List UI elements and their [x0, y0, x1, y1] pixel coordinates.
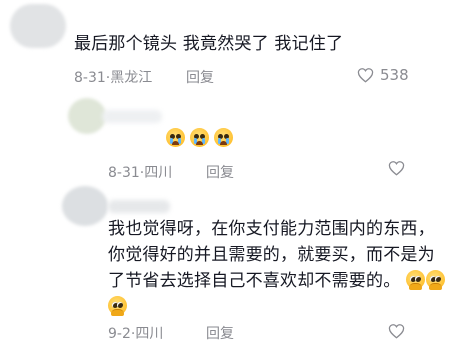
reply-button[interactable]: 回复	[206, 162, 234, 182]
comment-meta: 8-31·四川	[108, 165, 173, 181]
pleading-face-icon	[406, 270, 426, 290]
heart-outline-icon	[357, 68, 374, 83]
like-button[interactable]: 538	[357, 66, 409, 84]
comment-date: 8-31	[108, 165, 140, 181]
like-count: 538	[380, 66, 409, 84]
avatar[interactable]	[62, 186, 108, 226]
comment-meta: 9-2·四川	[108, 326, 164, 342]
loudly-crying-face-icon	[166, 128, 185, 147]
like-button[interactable]	[388, 160, 405, 176]
like-button[interactable]	[388, 323, 405, 339]
comment-location: 四川	[144, 165, 173, 181]
loudly-crying-face-icon	[190, 128, 209, 147]
avatar[interactable]	[68, 98, 106, 134]
pleading-face-icon	[108, 296, 127, 316]
comment-date: 8-31	[74, 70, 106, 86]
comment-text: 我也觉得呀，在你支付能力范围内的东西，你觉得好的并且需要的，就要买，而不是为了节…	[108, 216, 448, 320]
heart-outline-icon	[388, 324, 405, 339]
username-blurred	[108, 200, 170, 213]
reply-button[interactable]: 回复	[186, 67, 214, 87]
comment-location: 四川	[135, 326, 164, 342]
comment-date: 9-2	[108, 326, 131, 342]
reply-button[interactable]: 回复	[206, 323, 234, 343]
pleading-face-icon	[426, 270, 446, 290]
comment-meta: 8-31·黑龙江	[74, 70, 153, 86]
avatar[interactable]	[10, 4, 66, 48]
comment-emoji	[166, 128, 234, 147]
username-blurred	[102, 110, 162, 123]
heart-outline-icon	[388, 161, 405, 176]
comment-location: 黑龙江	[110, 70, 153, 86]
comment-text: 最后那个镜头 我竟然哭了 我记住了	[74, 34, 344, 54]
loudly-crying-face-icon	[214, 128, 233, 147]
